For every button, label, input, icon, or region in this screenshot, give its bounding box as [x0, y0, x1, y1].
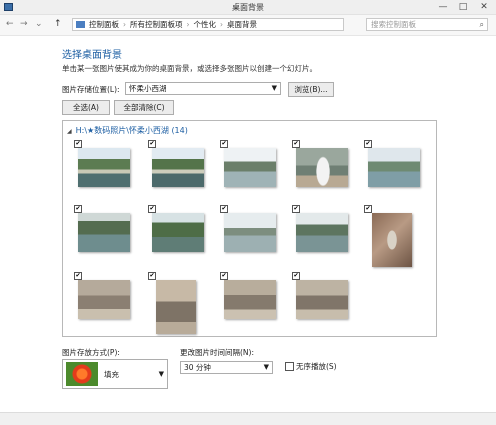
location-select[interactable]: 怀柔小西湖 ▼ — [125, 82, 281, 95]
clear-all-button[interactable]: 全部清除(C) — [114, 100, 174, 115]
wallpaper-thumbnail[interactable]: ✔ — [220, 272, 280, 322]
thumbnail-checkbox[interactable]: ✔ — [292, 140, 300, 148]
maximize-button[interactable]: □ — [454, 0, 472, 14]
wallpaper-gallery: ◢ H:\★数码照片\怀柔小西湖 (14) ✔ ✔ ✔ ✔ ✔ ✔ ✔ ✔ ✔ ✔ — [62, 120, 437, 337]
photo-rock-climber — [372, 213, 412, 267]
wallpaper-thumbnail[interactable]: ✔ — [74, 140, 134, 190]
page-title: 选择桌面背景 — [62, 50, 122, 61]
wallpaper-thumbnail[interactable]: ✔ — [148, 272, 208, 334]
interval-label: 更改图片时间间隔(N): — [180, 348, 254, 357]
thumbnail-checkbox[interactable]: ✔ — [292, 205, 300, 213]
photo-dam-reservoir — [152, 148, 204, 187]
position-label: 图片存放方式(P): — [62, 348, 120, 357]
photo-group — [296, 280, 348, 319]
recent-pages-icon[interactable]: ⌄ — [35, 19, 43, 29]
wallpaper-thumbnail[interactable]: ✔ — [148, 140, 208, 190]
wallpaper-thumbnail[interactable]: ✔ — [364, 205, 424, 267]
position-value: 填充 — [104, 370, 119, 379]
wallpaper-thumbnail[interactable]: ✔ — [74, 205, 134, 255]
photo-misty-lake — [224, 213, 276, 252]
photo-green-valley — [152, 213, 204, 252]
thumbnail-checkbox[interactable]: ✔ — [364, 140, 372, 148]
title-bar: 桌面背景 — □ ✕ — [0, 0, 496, 15]
search-icon[interactable]: ⌕ — [480, 19, 484, 30]
thumbnail-checkbox[interactable]: ✔ — [148, 140, 156, 148]
chevron-down-icon: ▼ — [158, 370, 164, 378]
position-select[interactable]: 填充 ▼ — [62, 359, 168, 389]
wallpaper-thumbnail[interactable]: ✔ — [148, 205, 208, 255]
location-label: 图片存储位置(L): — [62, 85, 120, 94]
wallpaper-thumbnail[interactable]: ✔ — [74, 272, 134, 322]
breadcrumb[interactable]: 控制面板 › 所有控制面板项 › 个性化 › 桌面背景 — [72, 18, 344, 31]
thumbnail-checkbox[interactable]: ✔ — [74, 140, 82, 148]
breadcrumb-desktop-background[interactable]: 桌面背景 — [227, 19, 257, 30]
back-icon[interactable]: ← — [6, 19, 14, 29]
thumbnail-checkbox[interactable]: ✔ — [148, 272, 156, 280]
interval-select[interactable]: 30 分钟 ▼ — [180, 361, 273, 374]
wallpaper-thumbnail[interactable]: ✔ — [292, 205, 352, 255]
photo-lake-mountains — [368, 148, 420, 187]
search-placeholder: 搜索控制面板 — [371, 20, 416, 29]
fill-preview-icon — [66, 362, 98, 386]
breadcrumb-separator: › — [123, 20, 126, 29]
thumbnail-checkbox[interactable]: ✔ — [220, 205, 228, 213]
wallpaper-thumbnail[interactable]: ✔ — [292, 272, 352, 322]
photo-lake-hills — [224, 148, 276, 187]
interval-value: 30 分钟 — [184, 363, 211, 372]
wallpaper-thumbnail[interactable]: ✔ — [292, 140, 352, 190]
folder-group-header[interactable]: ◢ H:\★数码照片\怀柔小西湖 (14) — [67, 125, 188, 136]
minimize-button[interactable]: — — [434, 0, 452, 14]
photo-person-by-lake — [296, 148, 348, 187]
photo-lake-valley — [296, 213, 348, 252]
close-button[interactable]: ✕ — [475, 0, 493, 14]
thumbnail-checkbox[interactable]: ✔ — [148, 205, 156, 213]
page-description: 单击某一张图片使其成为你的桌面背景，或选择多张图片以创建一个幻灯片。 — [62, 64, 317, 73]
chevron-down-icon: ▼ — [271, 84, 277, 92]
address-bar: ← → ⌄ ↑ 控制面板 › 所有控制面板项 › 个性化 › 桌面背景 搜索控制面板 ⌕ — [0, 15, 496, 36]
chevron-down-icon: ▼ — [263, 363, 269, 371]
photo-group — [78, 280, 130, 319]
location-value: 怀柔小西湖 — [129, 84, 167, 93]
window-title: 桌面背景 — [232, 3, 264, 12]
browse-button[interactable]: 浏览(B)... — [288, 82, 334, 97]
up-level-icon[interactable]: ↑ — [54, 19, 62, 29]
photo-group — [224, 280, 276, 319]
photo-dam-reservoir — [78, 148, 130, 187]
shuffle-checkbox[interactable] — [285, 362, 294, 371]
breadcrumb-separator: › — [220, 20, 223, 29]
thumbnail-checkbox[interactable]: ✔ — [74, 205, 82, 213]
breadcrumb-personalization[interactable]: 个性化 — [194, 19, 217, 30]
wallpaper-thumbnail[interactable]: ✔ — [220, 205, 280, 255]
thumbnail-checkbox[interactable]: ✔ — [74, 272, 82, 280]
thumbnail-checkbox[interactable]: ✔ — [292, 272, 300, 280]
forward-icon[interactable]: → — [20, 19, 28, 29]
breadcrumb-all-items[interactable]: 所有控制面板项 — [130, 19, 183, 30]
thumbnail-checkbox[interactable]: ✔ — [220, 140, 228, 148]
collapse-icon[interactable]: ◢ — [67, 128, 72, 135]
wallpaper-thumbnail[interactable]: ✔ — [220, 140, 280, 190]
shuffle-label: 无序播放(S) — [296, 362, 337, 371]
wallpaper-thumbnail[interactable]: ✔ — [364, 140, 424, 190]
thumbnail-checkbox[interactable]: ✔ — [364, 205, 372, 213]
photo-reservoir-trees — [78, 213, 130, 252]
search-input[interactable]: 搜索控制面板 ⌕ — [366, 18, 488, 31]
bottom-bar — [0, 412, 496, 425]
thumbnail-checkbox[interactable]: ✔ — [220, 272, 228, 280]
breadcrumb-control-panel[interactable]: 控制面板 — [89, 19, 119, 30]
control-panel-icon — [76, 21, 85, 28]
folder-path: H:\★数码照片\怀柔小西湖 (14) — [75, 126, 188, 135]
photo-group — [156, 280, 196, 334]
select-all-button[interactable]: 全选(A) — [62, 100, 110, 115]
breadcrumb-separator: › — [186, 20, 190, 29]
